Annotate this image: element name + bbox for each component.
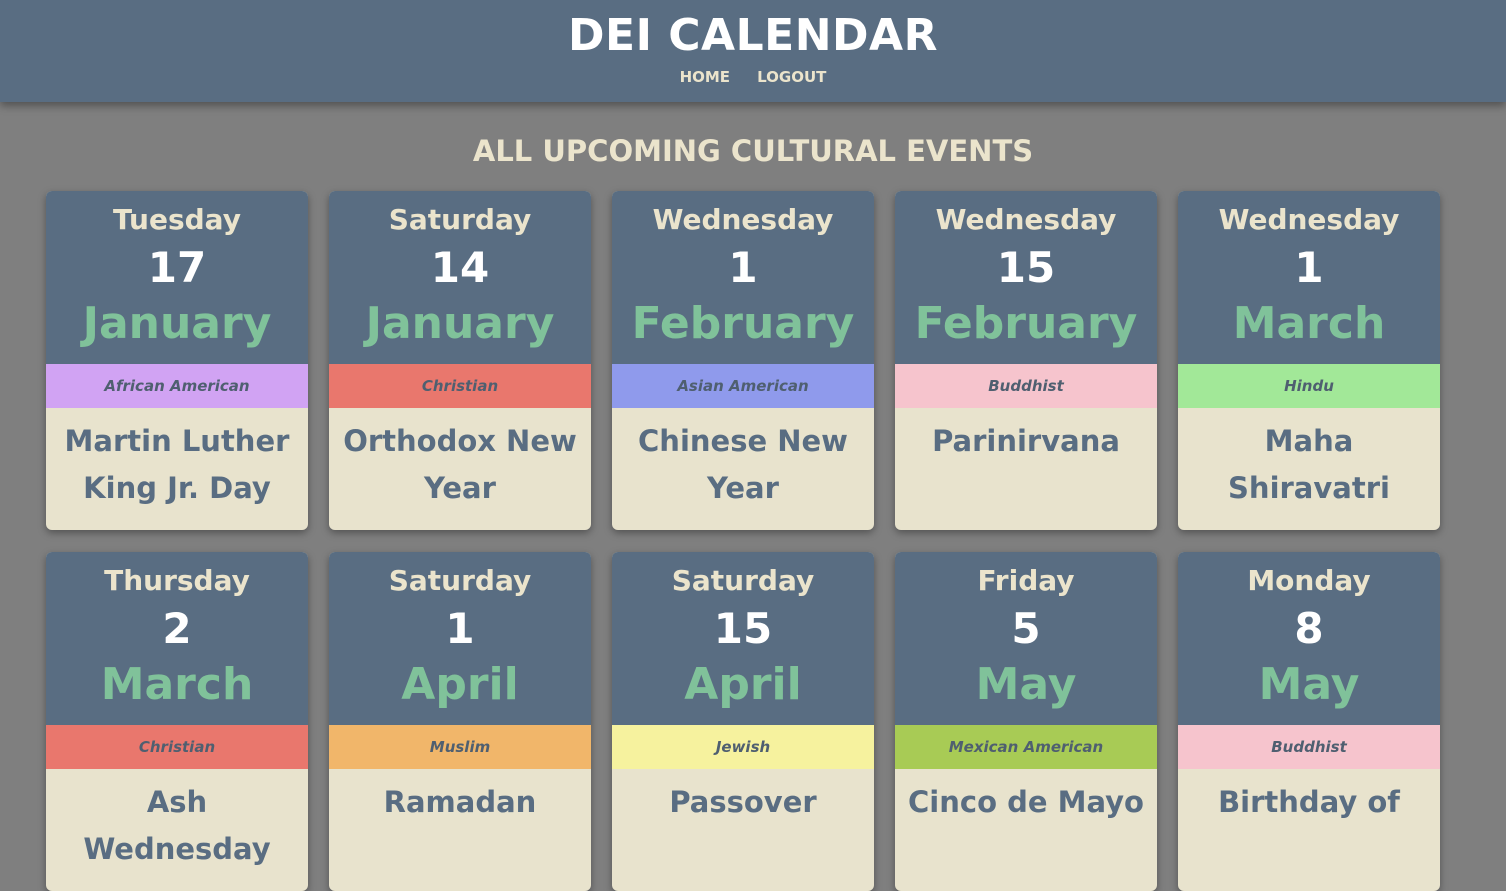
event-name: Birthday of [1218, 785, 1400, 819]
event-date-block: Monday 8 May [1178, 552, 1440, 725]
event-category-badge: Jewish [612, 725, 874, 769]
event-month: March [1232, 298, 1386, 349]
event-name: Chinese New Year [638, 424, 848, 505]
event-day: 1 [1294, 243, 1324, 292]
event-card[interactable]: Saturday 14 January Christian Orthodox New Y… [329, 191, 591, 530]
event-card[interactable]: Tuesday 17 January African American Martin L… [46, 191, 308, 530]
nav-home-link[interactable]: HOME [680, 68, 730, 86]
event-month: May [1258, 659, 1360, 710]
nav-logout-link[interactable]: LOGOUT [757, 68, 826, 86]
event-card[interactable]: Saturday 1 April Muslim Ramadan [329, 552, 591, 891]
event-card[interactable]: Thursday 2 March Christian Ash Wednesday [46, 552, 308, 891]
site-header: DEI CALENDAR HOME LOGOUT [0, 0, 1506, 102]
event-weekday: Saturday [388, 203, 532, 236]
event-weekday: Saturday [388, 564, 532, 597]
event-date-block: Wednesday 15 February [895, 191, 1157, 364]
event-weekday: Wednesday [935, 203, 1117, 236]
event-weekday: Wednesday [652, 203, 834, 236]
event-date-block: Saturday 1 April [329, 552, 591, 725]
event-weekday: Friday [977, 564, 1075, 597]
event-card[interactable]: Saturday 15 April Jewish Passover [612, 552, 874, 891]
event-weekday: Wednesday [1218, 203, 1400, 236]
event-category-badge: Buddhist [1178, 725, 1440, 769]
event-day: 15 [996, 243, 1056, 292]
event-name: Maha Shiravatri [1228, 424, 1390, 505]
event-category-badge: Muslim [329, 725, 591, 769]
event-month: February [631, 298, 855, 349]
event-name: Ash Wednesday [83, 785, 271, 866]
event-category-badge: Hindu [1178, 364, 1440, 408]
event-month: February [914, 298, 1138, 349]
event-category-badge: African American [46, 364, 308, 408]
event-day: 2 [162, 604, 192, 653]
event-day: 17 [147, 243, 207, 292]
event-category-badge: Christian [329, 364, 591, 408]
event-month: January [82, 298, 272, 349]
event-day: 14 [430, 243, 490, 292]
event-name: Martin Luther King Jr. Day [64, 424, 290, 505]
event-weekday: Monday [1247, 564, 1371, 597]
event-weekday: Tuesday [113, 203, 241, 236]
event-date-block: Wednesday 1 March [1178, 191, 1440, 364]
event-month: May [975, 659, 1077, 710]
event-month: April [401, 659, 519, 710]
event-date-block: Saturday 14 January [329, 191, 591, 364]
event-name: Cinco de Mayo [908, 785, 1144, 819]
event-card[interactable]: Friday 5 May Mexican American Cinco de Mayo [895, 552, 1157, 891]
event-card[interactable]: Wednesday 1 February Asian American Chinese … [612, 191, 874, 530]
event-day: 1 [728, 243, 758, 292]
page-heading: ALL UPCOMING CULTURAL EVENTS [472, 134, 1034, 168]
event-date-block: Friday 5 May [895, 552, 1157, 725]
event-weekday: Thursday [104, 564, 250, 597]
event-date-block: Wednesday 1 February [612, 191, 874, 364]
event-category-badge: Buddhist [895, 364, 1157, 408]
event-category-badge: Mexican American [895, 725, 1157, 769]
event-date-block: Saturday 15 April [612, 552, 874, 725]
event-name: Ramadan [383, 785, 537, 819]
event-name: Orthodox New Year [343, 424, 577, 505]
event-card[interactable]: Wednesday 15 February Buddhist Parinirvana [895, 191, 1157, 530]
event-category-badge: Christian [46, 725, 308, 769]
event-month: March [100, 659, 254, 710]
event-day: 5 [1011, 604, 1041, 653]
event-card[interactable]: Monday 8 May Buddhist Birthday of [1178, 552, 1440, 891]
event-weekday: Saturday [671, 564, 815, 597]
event-card[interactable]: Wednesday 1 March Hindu Maha Shiravatri [1178, 191, 1440, 530]
event-day: 8 [1294, 604, 1324, 653]
event-month: April [684, 659, 802, 710]
event-date-block: Tuesday 17 January [46, 191, 308, 364]
main-nav: HOME LOGOUT [0, 67, 1506, 86]
event-month: January [365, 298, 555, 349]
event-day: 1 [445, 604, 475, 653]
event-name: Passover [669, 785, 817, 819]
event-category-badge: Asian American [612, 364, 874, 408]
event-date-block: Thursday 2 March [46, 552, 308, 725]
event-name: Parinirvana [932, 424, 1120, 458]
site-title: DEI CALENDAR [568, 10, 938, 61]
event-day: 15 [713, 604, 773, 653]
